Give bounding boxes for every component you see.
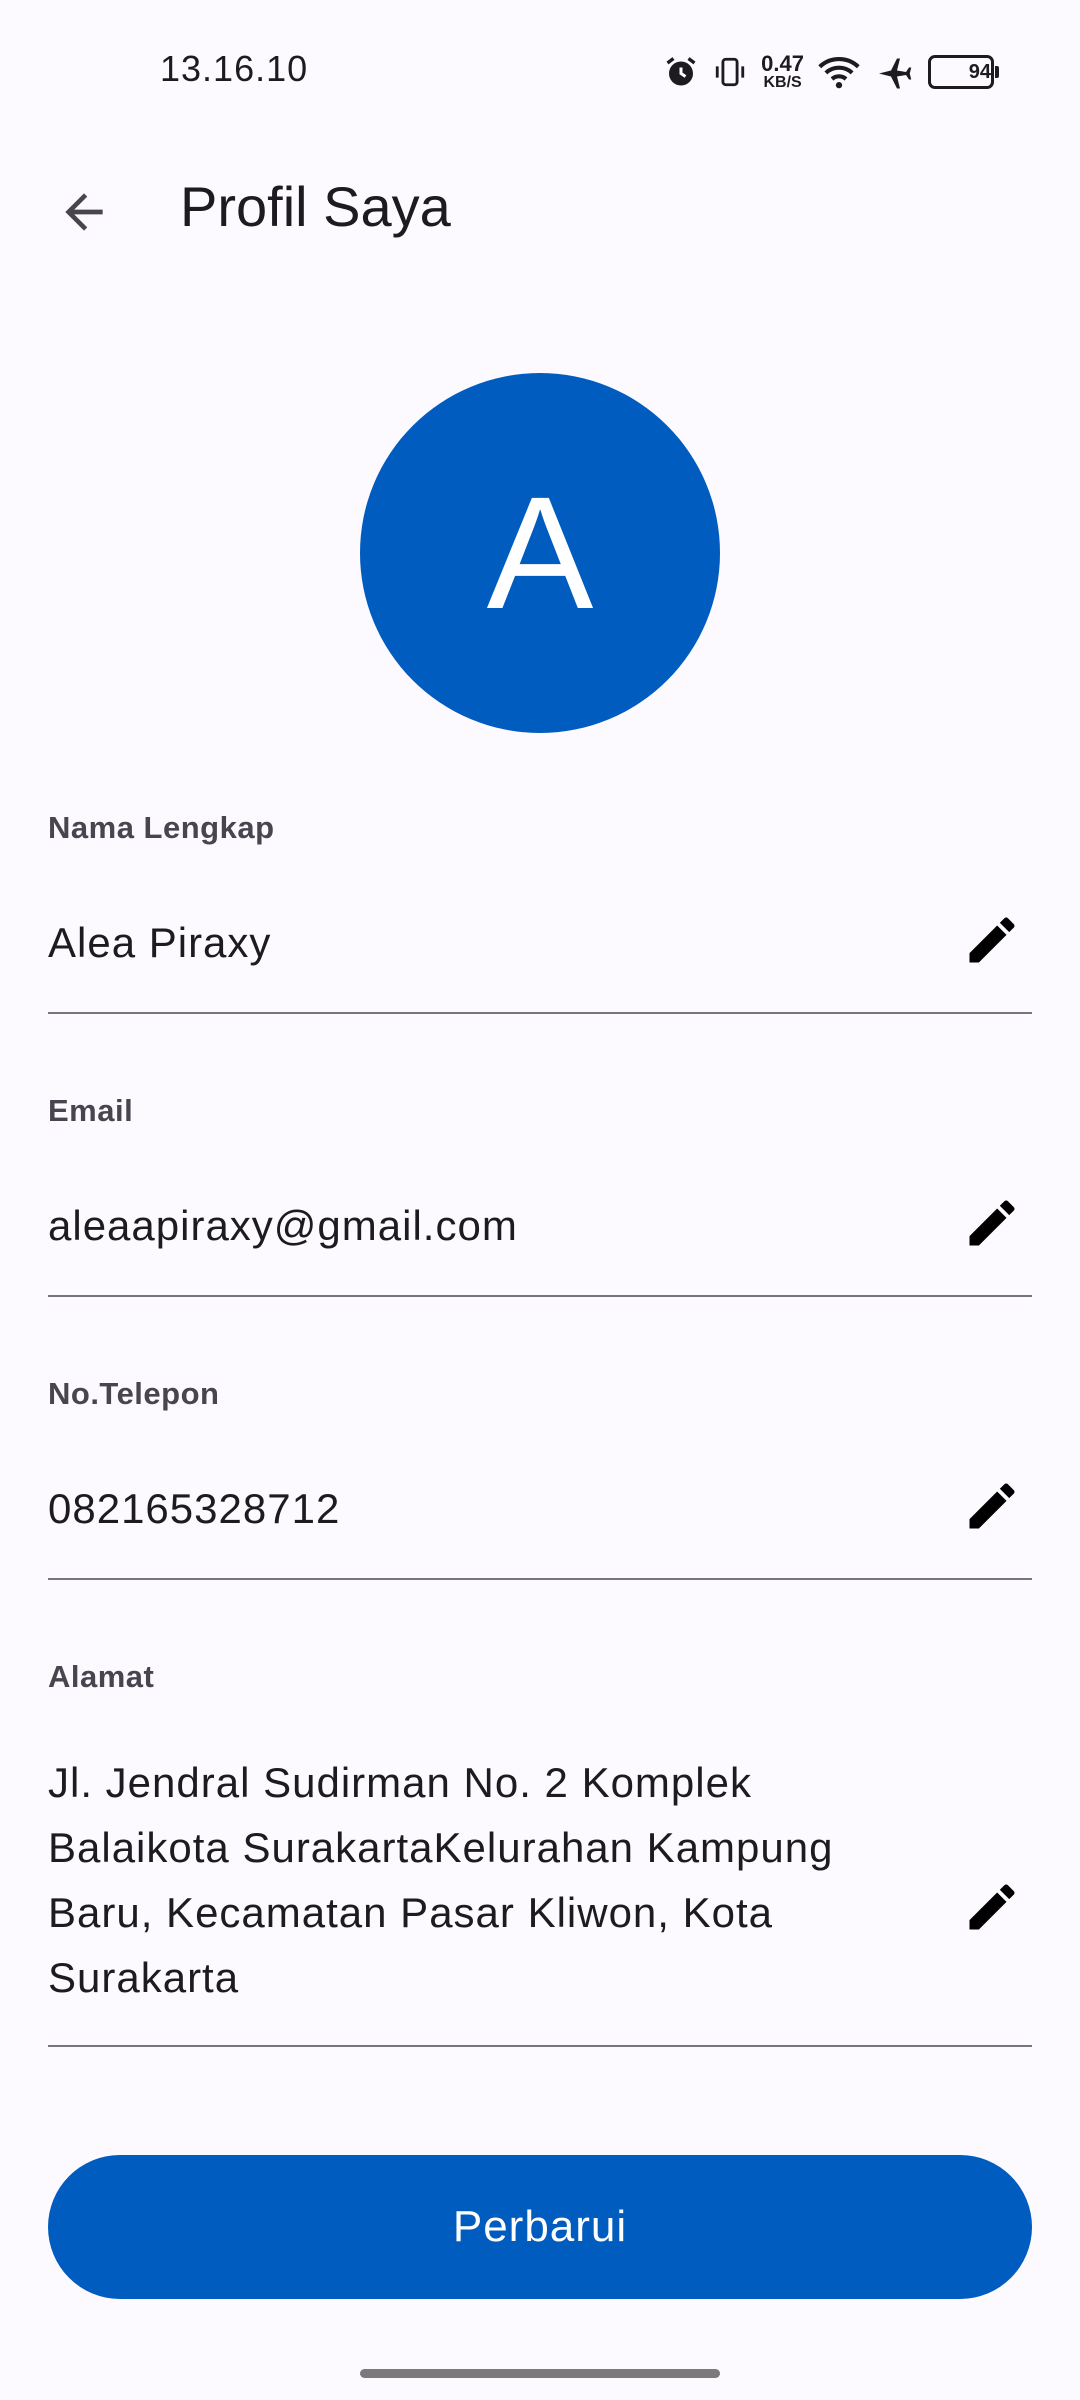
net-speed-value: 0.47	[761, 51, 804, 76]
status-time: 13.16.10	[160, 48, 309, 89]
status-bar: 13.16.10 0.47 KB/S 94	[0, 0, 1080, 140]
app-bar: Profil Saya	[0, 150, 1080, 270]
page-title: Profil Saya	[180, 175, 451, 238]
battery-level: 94	[968, 60, 991, 83]
full-name-field: Nama Lengkap Alea Piraxy	[48, 810, 1032, 1016]
field-label: Email	[48, 1093, 134, 1128]
home-indicator[interactable]	[360, 2369, 720, 2378]
update-button[interactable]: Perbarui	[48, 2155, 1032, 2299]
field-underline	[48, 1295, 1032, 1297]
full-name-value[interactable]: Alea Piraxy	[48, 910, 908, 975]
edit-full-name-button[interactable]	[952, 902, 1032, 982]
pencil-icon	[962, 1877, 1022, 1942]
address-value[interactable]: Jl. Jendral Sudirman No. 2 Komplek Balai…	[48, 1750, 918, 2010]
alarm-icon	[663, 54, 699, 90]
phone-value[interactable]: 082165328712	[48, 1476, 908, 1541]
pencil-icon	[962, 1476, 1022, 1541]
email-field: Email aleaapiraxy@gmail.com	[48, 1093, 1032, 1299]
vibrate-icon	[713, 54, 747, 90]
field-label: Nama Lengkap	[48, 810, 275, 845]
arrow-back-icon	[56, 184, 112, 245]
field-label: Alamat	[48, 1659, 155, 1694]
field-underline	[48, 1578, 1032, 1580]
edit-phone-button[interactable]	[952, 1468, 1032, 1548]
field-underline	[48, 2045, 1032, 2047]
field-underline	[48, 1012, 1032, 1014]
avatar: A	[360, 373, 720, 733]
edit-address-button[interactable]	[952, 1869, 1032, 1949]
status-icons: 0.47 KB/S 94	[663, 50, 999, 94]
pencil-icon	[962, 1193, 1022, 1258]
wifi-icon	[818, 54, 860, 90]
email-value[interactable]: aleaapiraxy@gmail.com	[48, 1193, 908, 1258]
edit-email-button[interactable]	[952, 1185, 1032, 1265]
battery-icon: 94	[928, 55, 999, 89]
airplane-icon	[874, 54, 914, 90]
back-button[interactable]	[48, 178, 120, 250]
address-field: Alamat Jl. Jendral Sudirman No. 2 Komple…	[48, 1659, 1032, 2049]
pencil-icon	[962, 910, 1022, 975]
avatar-initial: A	[486, 463, 594, 642]
net-speed-unit: KB/S	[763, 74, 802, 91]
net-speed-indicator: 0.47 KB/S	[761, 53, 804, 91]
phone-field: No.Telepon 082165328712	[48, 1376, 1032, 1582]
field-label: No.Telepon	[48, 1376, 220, 1411]
